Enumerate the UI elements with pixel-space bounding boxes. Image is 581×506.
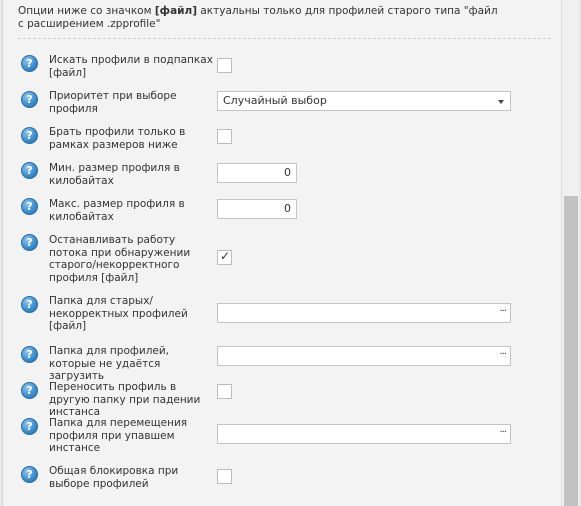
help-icon[interactable]: ? bbox=[21, 55, 38, 72]
note-text-prefix: Опции ниже со значком bbox=[18, 5, 155, 17]
profile-priority-value: Случайный выбор bbox=[223, 94, 327, 107]
browse-button[interactable]: ··· bbox=[499, 306, 506, 317]
help-icon[interactable]: ? bbox=[21, 234, 38, 251]
help-icon[interactable]: ? bbox=[21, 91, 38, 108]
stop-on-old-checkbox[interactable]: ✓ bbox=[217, 249, 232, 265]
divider bbox=[18, 38, 551, 39]
browse-button[interactable]: ··· bbox=[499, 349, 506, 360]
search-subfolders-checkbox[interactable] bbox=[217, 58, 232, 73]
size-range-only-checkbox[interactable] bbox=[217, 129, 232, 144]
old-folder-input[interactable]: ··· bbox=[217, 303, 511, 323]
option-label: Искать профили в подпапках [файл] bbox=[49, 54, 213, 79]
scrollbar-thumb[interactable] bbox=[564, 196, 578, 506]
file-options-note: Опции ниже со значком [файл] актуальны т… bbox=[18, 5, 498, 31]
option-label: Общая блокировка при выборе профилей bbox=[49, 465, 179, 490]
move-on-crash-checkbox[interactable] bbox=[217, 384, 232, 399]
option-label: Брать профили только в рамках размеров н… bbox=[49, 126, 186, 151]
option-label: Мин. размер профиля в килобайтах bbox=[49, 162, 180, 187]
help-icon[interactable]: ? bbox=[21, 127, 38, 144]
failed-folder-input[interactable]: ··· bbox=[217, 346, 511, 366]
global-lock-checkbox[interactable] bbox=[217, 469, 232, 484]
checkmark-icon: ✓ bbox=[220, 249, 231, 263]
option-label: Останавливать работу потока при обнаруже… bbox=[49, 234, 191, 284]
help-icon[interactable]: ? bbox=[21, 346, 38, 363]
chevron-down-icon bbox=[498, 100, 504, 104]
crash-folder-input[interactable]: ··· bbox=[217, 424, 511, 444]
help-icon[interactable]: ? bbox=[21, 418, 38, 435]
option-label: Приоритет при выборе профиля bbox=[49, 90, 177, 115]
help-icon[interactable]: ? bbox=[21, 466, 38, 483]
option-label: Переносить профиль в другую папку при па… bbox=[49, 381, 201, 418]
options-panel: Опции ниже со значком [файл] актуальны т… bbox=[2, 0, 561, 506]
help-icon[interactable]: ? bbox=[21, 198, 38, 215]
option-label: Макс. размер профиля в килобайтах bbox=[49, 198, 185, 223]
min-size-input[interactable]: 0 bbox=[217, 163, 297, 183]
vertical-scrollbar[interactable] bbox=[561, 0, 579, 506]
option-label: Папка для перемещения профиля при упавше… bbox=[49, 417, 188, 454]
option-label: Папка для старых/некорректных профилей [… bbox=[49, 295, 188, 332]
help-icon[interactable]: ? bbox=[21, 382, 38, 399]
browse-button[interactable]: ··· bbox=[499, 427, 506, 438]
help-icon[interactable]: ? bbox=[21, 296, 38, 313]
max-size-input[interactable]: 0 bbox=[217, 199, 297, 219]
note-file-tag: [файл] bbox=[154, 5, 198, 17]
profile-priority-select[interactable]: Случайный выбор bbox=[217, 91, 511, 111]
help-icon[interactable]: ? bbox=[21, 162, 38, 179]
option-label: Папка для профилей, которые не удаётся з… bbox=[49, 345, 170, 382]
